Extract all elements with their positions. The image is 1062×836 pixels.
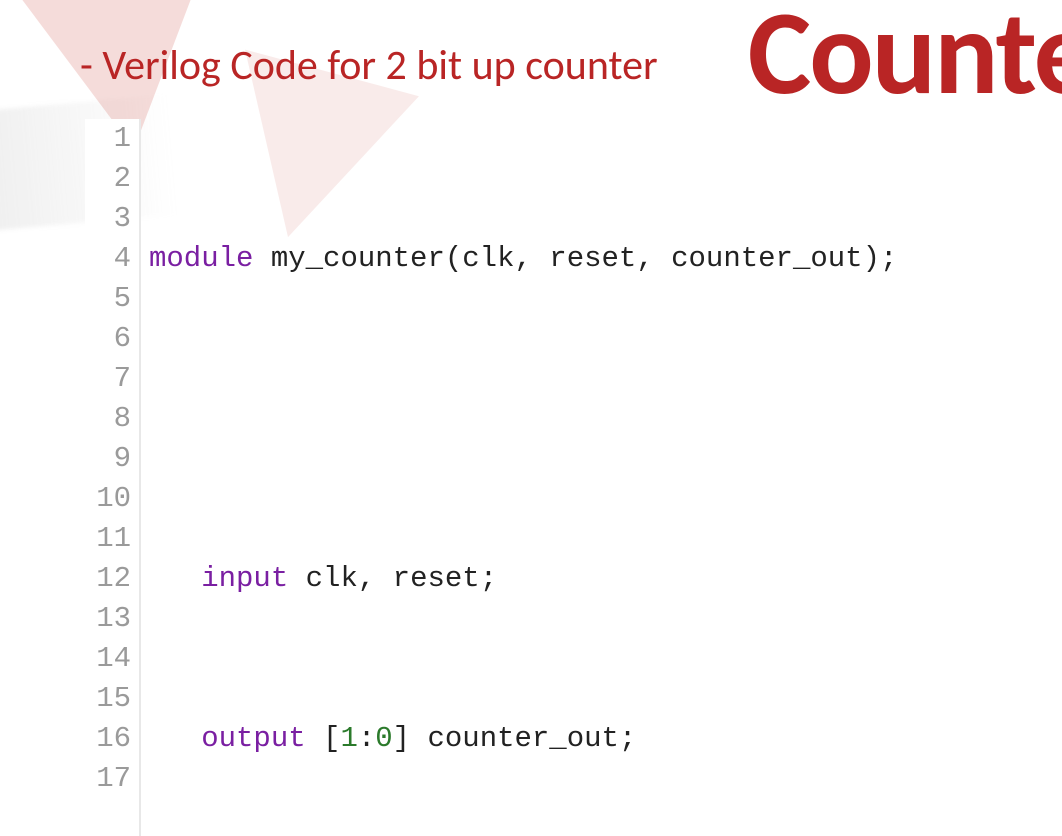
semicolon: ; — [880, 242, 897, 275]
space — [253, 242, 270, 275]
identifier: reset — [393, 562, 480, 595]
comma: , — [636, 242, 671, 275]
identifier: counter_out — [671, 242, 862, 275]
line-number: 9 — [85, 439, 131, 479]
space — [306, 722, 323, 755]
code-line: output [1:0] counter_out; — [149, 719, 932, 759]
code-line: module my_counter(clk, reset, counter_ou… — [149, 239, 932, 279]
line-number: 13 — [85, 599, 131, 639]
line-number: 10 — [85, 479, 131, 519]
indent — [149, 562, 201, 595]
code-block: 1 2 3 4 5 6 7 8 9 10 11 12 13 14 15 16 1… — [85, 119, 1062, 836]
number: 0 — [375, 722, 392, 755]
paren-close: ) — [863, 242, 880, 275]
colon: : — [358, 722, 375, 755]
space — [288, 562, 305, 595]
line-number: 12 — [85, 559, 131, 599]
semicolon: ; — [480, 562, 497, 595]
line-number-gutter: 1 2 3 4 5 6 7 8 9 10 11 12 13 14 15 16 1… — [85, 119, 141, 836]
line-number: 6 — [85, 319, 131, 359]
keyword-output: output — [201, 722, 305, 755]
line-number: 5 — [85, 279, 131, 319]
comma: , — [358, 562, 393, 595]
semicolon: ; — [619, 722, 636, 755]
line-number: 7 — [85, 359, 131, 399]
number: 1 — [340, 722, 357, 755]
line-number: 15 — [85, 679, 131, 719]
line-number: 3 — [85, 199, 131, 239]
code-line: input clk, reset; — [149, 559, 932, 599]
paren-open: ( — [445, 242, 462, 275]
code-content: module my_counter(clk, reset, counter_ou… — [141, 119, 932, 836]
bracket-close: ] — [393, 722, 410, 755]
comma: , — [514, 242, 549, 275]
identifier: reset — [549, 242, 636, 275]
identifier: clk — [462, 242, 514, 275]
indent — [149, 722, 201, 755]
space — [410, 722, 427, 755]
line-number: 4 — [85, 239, 131, 279]
line-number: 8 — [85, 399, 131, 439]
line-number: 11 — [85, 519, 131, 559]
line-number: 1 — [85, 119, 131, 159]
identifier-module-name: my_counter — [271, 242, 445, 275]
slide-subtitle: - Verilog Code for 2 bit up counter — [80, 40, 1062, 91]
line-number: 14 — [85, 639, 131, 679]
line-number: 17 — [85, 759, 131, 799]
keyword-module: module — [149, 242, 253, 275]
bracket-open: [ — [323, 722, 340, 755]
keyword-input: input — [201, 562, 288, 595]
identifier: clk — [306, 562, 358, 595]
identifier: counter_out — [427, 722, 618, 755]
line-number: 16 — [85, 719, 131, 759]
code-line-blank — [149, 399, 932, 439]
line-number: 2 — [85, 159, 131, 199]
